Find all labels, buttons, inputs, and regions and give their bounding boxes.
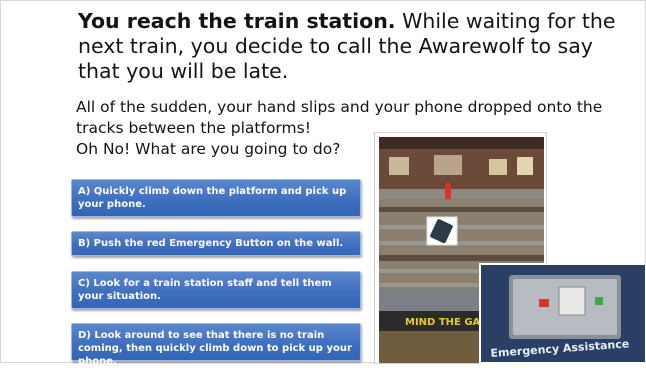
option-d-button[interactable]: D) Look around to see that there is no t… [71,323,361,367]
red-emergency-button[interactable] [539,299,549,307]
body-line-2: Oh No! What are you going to do? [76,140,341,158]
slide: You reach the train station. While waiti… [0,0,646,367]
scenario-body: All of the sudden, your hand slips and y… [76,97,636,160]
headline-bold: You reach the train station. [78,9,396,33]
mind-the-gap-text: MIND THE GAP [405,317,488,328]
option-c-button[interactable]: C) Look for a train station staff and te… [71,271,361,309]
option-b-button[interactable]: B) Push the red Emergency Button on the … [71,231,361,256]
scenario-headline: You reach the train station. While waiti… [78,9,638,84]
option-a-button[interactable]: A) Quickly climb down the platform and p… [71,179,361,217]
emergency-panel-photo: Emergency Assistance [479,263,646,364]
